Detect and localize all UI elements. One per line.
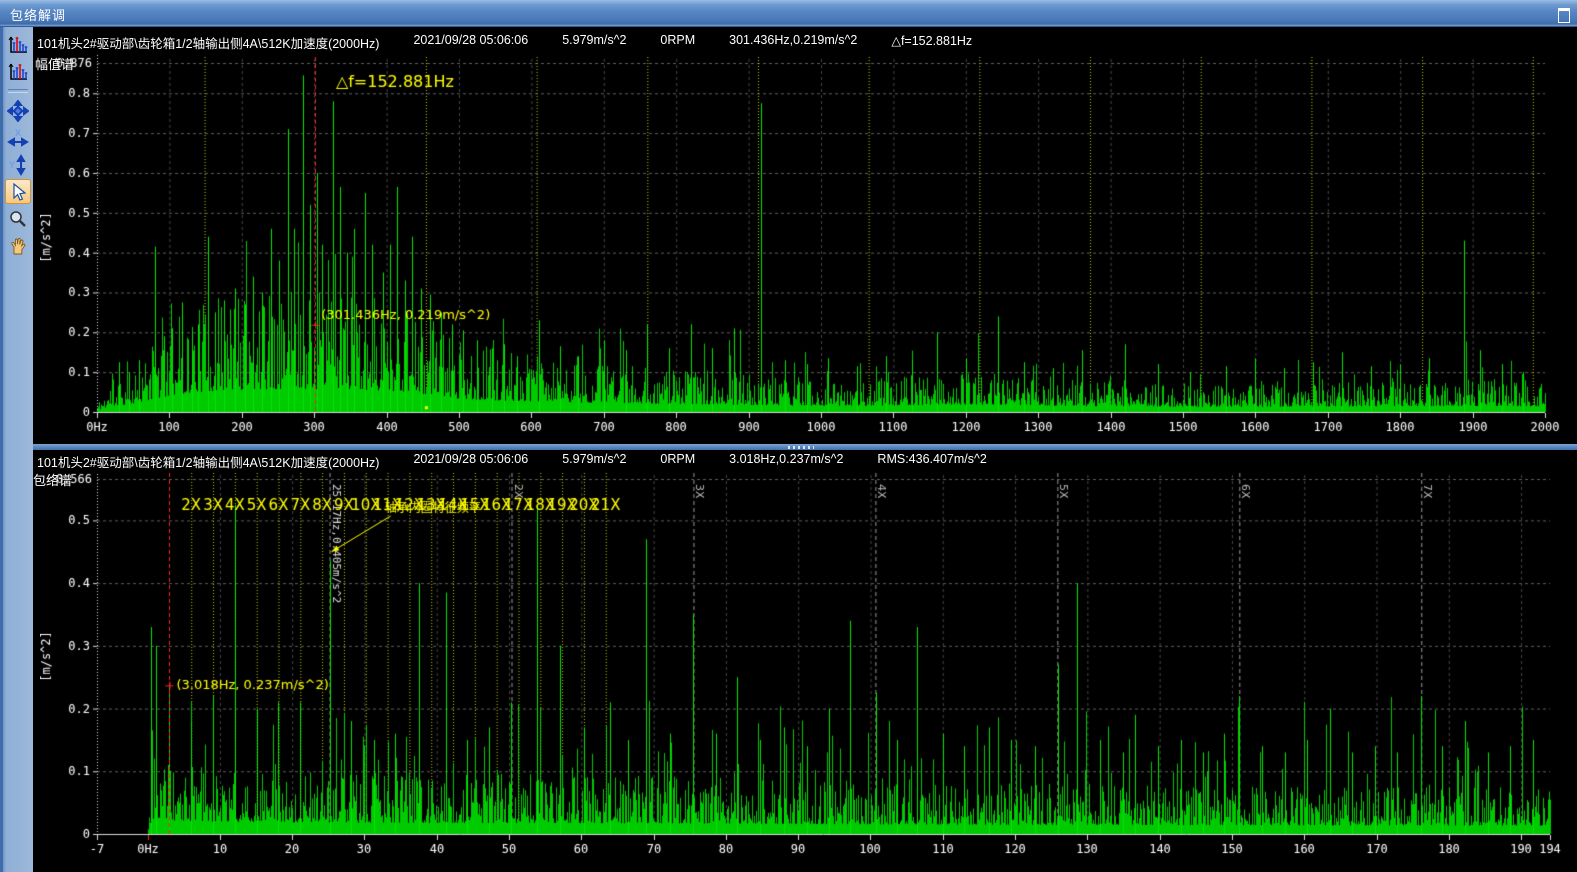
zoom-magnifier-button[interactable] bbox=[5, 206, 31, 231]
pan-all-button[interactable] bbox=[5, 98, 31, 123]
magnifier-icon bbox=[8, 209, 28, 229]
svg-text:Y: Y bbox=[9, 160, 15, 170]
zoom-y-axis-button[interactable]: Y bbox=[5, 152, 31, 177]
window-restore-icon[interactable] bbox=[1558, 8, 1570, 23]
overall-level: 5.979m/s^2 bbox=[562, 33, 626, 52]
plot-area: 101机头2#驱动部\齿轮箱1/2轴输出侧4A\512K加速度(2000Hz) … bbox=[33, 27, 1577, 872]
channel-path: 101机头2#驱动部\齿轮箱1/2轴输出侧4A\512K加速度(2000Hz) bbox=[37, 452, 379, 471]
x-axis-arrows-icon: X bbox=[7, 127, 29, 149]
y-axis-arrows-icon: Y bbox=[7, 154, 29, 176]
amplitude-plot-title: 幅值谱 bbox=[35, 54, 74, 73]
plot-splitter[interactable] bbox=[33, 444, 1577, 450]
timestamp: 2021/09/28 05:06:06 bbox=[413, 33, 528, 52]
spectrum-red-blue-icon bbox=[7, 35, 29, 55]
app-window: 包络解调 bbox=[0, 0, 1577, 872]
spectrum-compare-1-button[interactable] bbox=[5, 32, 31, 57]
hand-icon bbox=[8, 236, 28, 256]
cursor-readout: 3.018Hz,0.237m/s^2 bbox=[729, 452, 843, 471]
window-title: 包络解调 bbox=[10, 5, 66, 24]
left-toolbar: X Y bbox=[0, 27, 33, 872]
amplitude-plot-header: 101机头2#驱动部\齿轮箱1/2轴输出侧4A\512K加速度(2000Hz) … bbox=[37, 33, 972, 52]
window-titlebar: 包络解调 bbox=[0, 0, 1577, 27]
spectrum-blue-red-icon bbox=[7, 62, 29, 82]
envelope-spectrum-chart[interactable] bbox=[40, 472, 1577, 872]
cursor-readout: 301.436Hz,0.219m/s^2 bbox=[729, 33, 857, 52]
cursor-select-button[interactable] bbox=[5, 179, 31, 204]
overall-level: 5.979m/s^2 bbox=[562, 452, 626, 471]
svg-text:X: X bbox=[15, 128, 21, 138]
channel-path: 101机头2#驱动部\齿轮箱1/2轴输出侧4A\512K加速度(2000Hz) bbox=[37, 33, 379, 52]
delta-f-readout: △f=152.881Hz bbox=[891, 33, 972, 52]
splitter-grip-icon bbox=[788, 446, 814, 449]
zoom-x-axis-button[interactable]: X bbox=[5, 125, 31, 150]
amplitude-spectrum-chart[interactable] bbox=[40, 52, 1577, 444]
toolbar-separator bbox=[8, 89, 28, 93]
pan-hand-button[interactable] bbox=[5, 233, 31, 258]
rpm-readout: 0RPM bbox=[660, 452, 695, 471]
timestamp: 2021/09/28 05:06:06 bbox=[413, 452, 528, 471]
rms-readout: RMS:436.407m/s^2 bbox=[877, 452, 986, 471]
rpm-readout: 0RPM bbox=[660, 33, 695, 52]
envelope-plot-header: 101机头2#驱动部\齿轮箱1/2轴输出侧4A\512K加速度(2000Hz) … bbox=[37, 452, 987, 471]
envelope-plot-title: 包络谱 bbox=[33, 470, 72, 489]
spectrum-compare-2-button[interactable] bbox=[5, 59, 31, 84]
arrow-cursor-icon bbox=[8, 182, 28, 202]
move-cross-icon bbox=[7, 100, 29, 122]
